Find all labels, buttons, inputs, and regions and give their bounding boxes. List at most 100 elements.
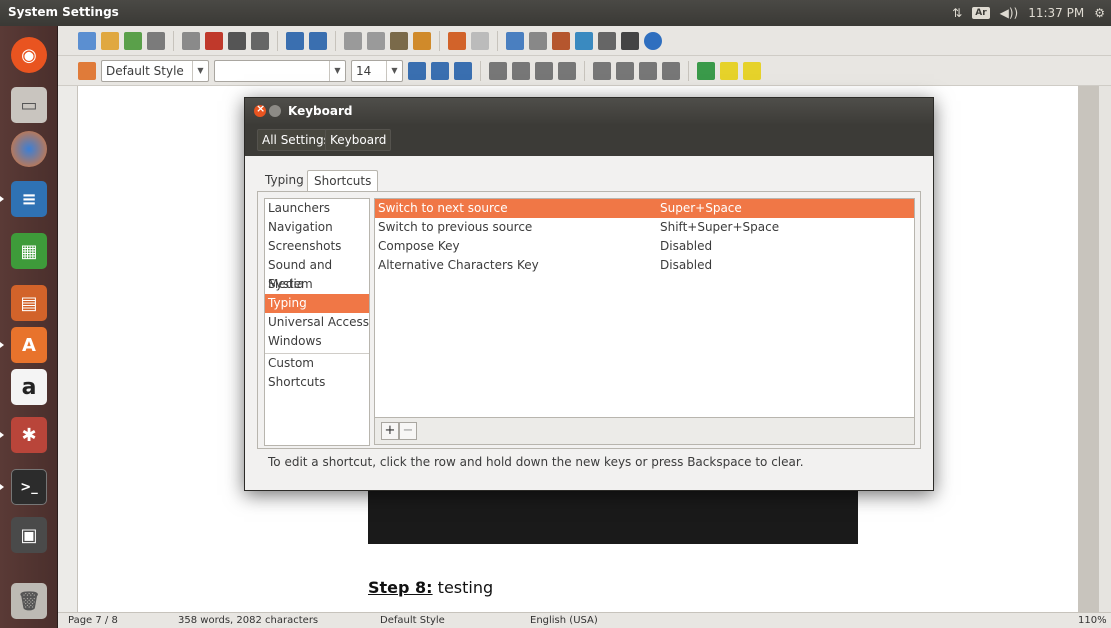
impress-button[interactable]: ▤	[6, 280, 52, 326]
category-sound-and-media[interactable]: Sound and Media	[265, 256, 369, 291]
increase-indent-icon[interactable]	[662, 61, 680, 80]
datasource-icon[interactable]	[598, 31, 616, 50]
software-center-button[interactable]: A	[6, 322, 52, 368]
justify-icon[interactable]	[558, 61, 576, 80]
toolbar-separator	[335, 30, 336, 51]
chevron-down-icon[interactable]: ▼	[386, 60, 402, 81]
breadcrumb-all-settings[interactable]: All Settings	[257, 129, 335, 151]
amazon-button[interactable]: a	[6, 364, 52, 410]
vertical-scrollbar[interactable]	[1099, 86, 1111, 612]
undo-icon[interactable]	[448, 31, 466, 50]
decrease-indent-icon[interactable]	[639, 61, 657, 80]
terminal-button[interactable]: >_	[6, 464, 52, 510]
draw-icon[interactable]	[552, 31, 570, 50]
category-windows[interactable]: Windows	[265, 332, 369, 351]
tab-shortcuts[interactable]: Shortcuts	[307, 170, 379, 192]
category-typing[interactable]: Typing	[265, 294, 369, 313]
open-folder-icon[interactable]	[101, 31, 119, 50]
minimize-icon[interactable]	[269, 105, 281, 117]
gallery-icon[interactable]	[575, 31, 593, 50]
clone-formatting-icon[interactable]	[413, 31, 431, 50]
align-center-icon[interactable]	[512, 61, 530, 80]
terminal-icon: >_	[11, 469, 47, 505]
highlighting-icon[interactable]	[720, 61, 738, 80]
trash-button[interactable]: 🗑	[6, 578, 52, 624]
files-button[interactable]: ▭	[6, 82, 52, 128]
save-button[interactable]: ▣	[6, 512, 52, 558]
chevron-down-icon[interactable]: ▼	[329, 60, 345, 81]
category-universal-access[interactable]: Universal Access	[265, 313, 369, 332]
step-label: Step 8:	[368, 578, 433, 597]
bold-icon[interactable]	[408, 61, 426, 80]
category-screenshots[interactable]: Screenshots	[265, 237, 369, 256]
embedded-screenshot-image[interactable]	[368, 488, 858, 544]
dialog-titlebar[interactable]: Keyboard	[245, 98, 933, 124]
paste-icon[interactable]	[390, 31, 408, 50]
firefox-button[interactable]	[6, 126, 52, 172]
edit-file-icon[interactable]	[182, 31, 200, 50]
pilcrow-icon[interactable]	[621, 31, 639, 50]
underline-icon[interactable]	[454, 61, 472, 80]
italic-icon[interactable]	[431, 61, 449, 80]
shortcut-row[interactable]: Switch to next source Super+Space	[375, 199, 914, 218]
clock[interactable]: 11:37 PM	[1028, 6, 1084, 20]
step-heading[interactable]: Step 8: testing	[368, 578, 493, 597]
pdf-icon[interactable]	[205, 31, 223, 50]
remove-shortcut-button[interactable]: −	[399, 422, 417, 440]
shortcut-row[interactable]: Compose Key Disabled	[375, 237, 914, 256]
gear-icon[interactable]: ⚙	[1094, 6, 1105, 20]
shortcut-row[interactable]: Switch to previous source Shift+Super+Sp…	[375, 218, 914, 237]
font-name-combo[interactable]: ▼	[214, 59, 346, 82]
numbering-icon[interactable]	[593, 61, 611, 80]
navigator-icon[interactable]	[506, 31, 524, 50]
zoom-level[interactable]: 110%	[1078, 615, 1107, 626]
page-indicator: Page 7 / 8	[68, 615, 118, 626]
chevron-down-icon[interactable]: ▼	[192, 60, 208, 81]
calc-icon: ▦	[11, 233, 47, 269]
word-count: 358 words, 2082 characters	[178, 615, 319, 626]
bullets-icon[interactable]	[616, 61, 634, 80]
spellcheck-icon[interactable]	[286, 31, 304, 50]
font-size-combo[interactable]: 14 ▼	[351, 59, 403, 82]
redo-icon[interactable]	[471, 31, 489, 50]
category-system[interactable]: System	[265, 275, 369, 294]
background-color-icon[interactable]	[743, 61, 761, 80]
volume-icon[interactable]: ◀))	[1000, 6, 1019, 20]
writer-button[interactable]: ≡	[6, 176, 52, 222]
shortcut-accel: Super+Space	[660, 201, 742, 215]
autospellcheck-icon[interactable]	[309, 31, 327, 50]
dialog-header: All Settings Keyboard	[245, 124, 933, 156]
page-style: Default Style	[380, 615, 445, 626]
status-bar: Page 7 / 8 358 words, 2082 characters De…	[58, 612, 1111, 628]
paragraph-style-combo[interactable]: Default Style ▼	[101, 59, 209, 82]
category-launchers[interactable]: Launchers	[265, 199, 369, 218]
trash-icon: 🗑	[11, 583, 47, 619]
tab-typing[interactable]: Typing	[259, 170, 310, 192]
dash-button[interactable]: ◉	[6, 32, 52, 78]
shortcut-row[interactable]: Alternative Characters Key Disabled	[375, 256, 914, 275]
top-panel: System Settings ⇅ Ar ◀)) 11:37 PM ⚙	[0, 0, 1111, 26]
save-icon[interactable]	[124, 31, 142, 50]
system-settings-button[interactable]: ✱	[6, 412, 52, 458]
add-shortcut-button[interactable]: +	[381, 422, 399, 440]
language[interactable]: English (USA)	[530, 615, 598, 626]
styles-icon[interactable]	[78, 61, 96, 80]
export-icon[interactable]	[147, 31, 165, 50]
new-document-icon[interactable]	[78, 31, 96, 50]
keyboard-layout-indicator[interactable]: Ar	[972, 7, 990, 19]
category-custom-shortcuts[interactable]: Custom Shortcuts	[265, 353, 369, 389]
align-left-icon[interactable]	[489, 61, 507, 80]
print-icon[interactable]	[228, 31, 246, 50]
help-icon[interactable]	[644, 31, 662, 50]
cut-icon[interactable]	[344, 31, 362, 50]
close-icon[interactable]	[254, 102, 266, 117]
network-icon[interactable]: ⇅	[952, 6, 962, 20]
table-icon[interactable]	[529, 31, 547, 50]
category-navigation[interactable]: Navigation	[265, 218, 369, 237]
copy-icon[interactable]	[367, 31, 385, 50]
breadcrumb-keyboard[interactable]: Keyboard	[325, 129, 392, 151]
calc-button[interactable]: ▦	[6, 228, 52, 274]
font-color-icon[interactable]	[697, 61, 715, 80]
align-right-icon[interactable]	[535, 61, 553, 80]
print-preview-icon[interactable]	[251, 31, 269, 50]
